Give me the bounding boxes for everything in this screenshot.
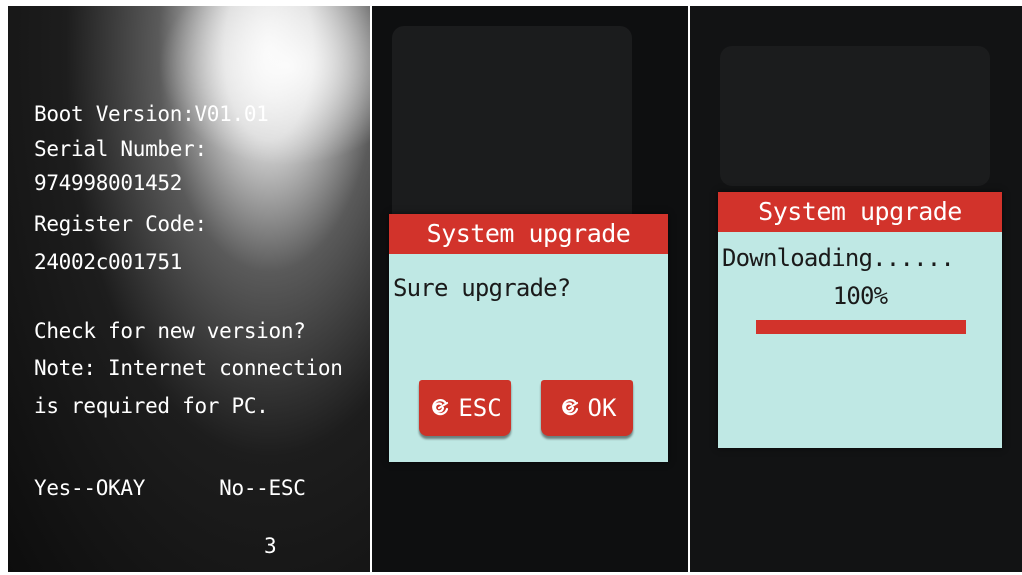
device-bezel — [720, 46, 990, 186]
download-progress-screen: System upgrade Downloading...... 100% — [690, 6, 1022, 572]
progress-bar — [756, 320, 966, 334]
check-version-prompt: Check for new version? — [34, 319, 306, 343]
boot-info-screen: Boot Version:V01.01 Serial Number: 97499… — [8, 6, 370, 572]
dialog-title: System upgrade — [389, 214, 668, 254]
swirl-icon — [561, 399, 578, 416]
internet-note-line-1: Note: Internet connection — [34, 356, 343, 380]
confirm-upgrade-screen: System upgrade Sure upgrade? ESC OK — [372, 6, 688, 572]
countdown-number: 3 — [264, 534, 277, 558]
register-code-label: Register Code: — [34, 212, 207, 236]
serial-number-label: Serial Number: — [34, 137, 207, 161]
internet-note-line-2: is required for PC. — [34, 394, 269, 418]
photo-strip: Boot Version:V01.01 Serial Number: 97499… — [0, 0, 1022, 575]
device-bezel — [392, 26, 632, 226]
yes-no-hint: Yes--OKAY No--ESC — [34, 476, 306, 500]
serial-number-value: 974998001452 — [34, 171, 183, 195]
esc-button[interactable]: ESC — [419, 380, 511, 436]
confirm-message: Sure upgrade? — [393, 274, 571, 302]
confirm-dialog: System upgrade Sure upgrade? ESC OK — [389, 214, 668, 462]
progress-bar-fill — [756, 320, 966, 334]
swirl-icon — [432, 399, 449, 416]
esc-button-label: ESC — [458, 394, 502, 422]
register-code-value: 24002c001751 — [34, 250, 183, 274]
progress-percent: 100% — [832, 282, 888, 310]
progress-dialog: System upgrade Downloading...... 100% — [718, 192, 1002, 448]
boot-version-line: Boot Version:V01.01 — [34, 102, 269, 126]
ok-button[interactable]: OK — [541, 380, 633, 436]
download-status: Downloading...... — [722, 244, 955, 272]
dialog-title: System upgrade — [718, 192, 1002, 232]
ok-button-label: OK — [587, 394, 617, 422]
